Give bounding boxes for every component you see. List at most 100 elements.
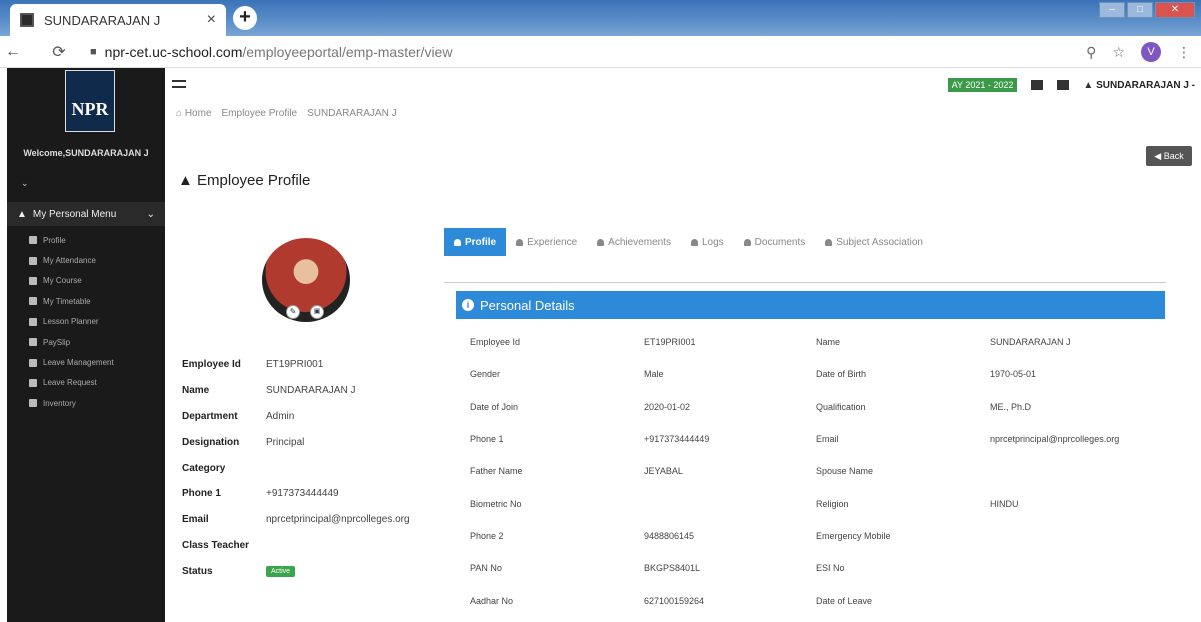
summary-row: Class Teacher bbox=[182, 533, 410, 559]
welcome-text: Welcome,SUNDARARAJAN J bbox=[23, 148, 149, 158]
sidebar-item-profile[interactable]: Profile bbox=[7, 230, 165, 250]
status-badge: Active bbox=[266, 565, 296, 577]
college-logo: NPR bbox=[65, 70, 115, 132]
page-title: ▲ Employee Profile bbox=[178, 172, 310, 189]
summary-value: +917373444449 bbox=[266, 488, 339, 500]
panel-title: Personal Details bbox=[480, 297, 575, 313]
tab-subject-association[interactable]: Subject Association bbox=[815, 228, 933, 256]
sidebar-item-attendance[interactable]: My Attendance bbox=[7, 250, 165, 270]
detail-row: Phone 2 9488806145 Emergency Mobile bbox=[470, 520, 1170, 552]
detail-label: Date of Join bbox=[470, 401, 519, 412]
personal-details-table: Employee Id ET19PRI001 Name SUNDARARAJAN J … bbox=[470, 326, 1170, 617]
breadcrumb-employee-profile[interactable]: Employee Profile bbox=[222, 108, 298, 119]
tab-documents[interactable]: Documents bbox=[734, 228, 816, 256]
close-window-button[interactable]: ✕ bbox=[1155, 2, 1195, 18]
notification-icon[interactable] bbox=[1031, 80, 1044, 90]
summary-value: SUNDARARAJAN J bbox=[266, 385, 356, 397]
back-arrow-icon[interactable]: ← bbox=[0, 43, 26, 61]
detail-value: nprcetprincipal@nprcolleges.org bbox=[990, 434, 1120, 445]
image-icon[interactable]: ▣ bbox=[310, 305, 324, 319]
book-icon[interactable] bbox=[1057, 80, 1070, 90]
sidebar-item-label: My Course bbox=[43, 276, 82, 286]
summary-row: Employee Id ET19PRI001 bbox=[182, 352, 410, 378]
sidebar-item-lesson-planner[interactable]: Lesson Planner bbox=[7, 312, 165, 332]
summary-row: Category bbox=[182, 455, 410, 481]
users-icon bbox=[825, 238, 833, 246]
detail-value: SUNDARARAJAN J bbox=[990, 337, 1071, 348]
url-path: /employeeportal/emp-master/view bbox=[242, 43, 453, 60]
reload-icon[interactable]: ⟳ bbox=[46, 42, 72, 62]
tab-label: Profile bbox=[465, 236, 497, 248]
star-icon[interactable]: ☆ bbox=[1112, 44, 1125, 61]
user-icon: ▲ bbox=[1083, 79, 1097, 91]
academic-year-badge[interactable]: AY 2021 - 2022 bbox=[947, 78, 1018, 92]
detail-label: PAN No bbox=[470, 563, 502, 574]
hamburger-menu-icon[interactable] bbox=[172, 80, 186, 88]
personal-menu-header[interactable]: ▲ My Personal Menu ⌄ bbox=[7, 202, 165, 226]
breadcrumb-home[interactable]: ⌂ Home bbox=[176, 108, 212, 119]
lock-icon[interactable]: ■ bbox=[90, 46, 97, 58]
user-menu[interactable]: ▲ SUNDARARAJAN J - bbox=[1083, 80, 1195, 91]
window-controls: – □ ✕ bbox=[1099, 2, 1195, 18]
tab-label: Subject Association bbox=[836, 236, 923, 248]
tab-label: Documents bbox=[754, 236, 806, 248]
detail-value: ET19PRI001 bbox=[644, 337, 696, 348]
detail-label: Email bbox=[816, 434, 839, 445]
detail-label: Name bbox=[816, 337, 841, 348]
menu-toggle[interactable]: ⌄ bbox=[7, 168, 165, 198]
user-icon: ▲ bbox=[178, 172, 198, 189]
inventory-icon bbox=[29, 399, 37, 408]
detail-label: Employee Id bbox=[470, 337, 521, 348]
breadcrumb-home-label: Home bbox=[184, 108, 212, 119]
browser-tab[interactable]: SUNDARARAJAN J × bbox=[10, 4, 226, 36]
tab-logs[interactable]: Logs bbox=[681, 228, 734, 256]
zoom-icon[interactable]: ⚲ bbox=[1086, 44, 1096, 61]
section-label: My Personal Menu bbox=[32, 208, 117, 220]
sidebar-item-leave-request[interactable]: Leave Request bbox=[7, 373, 165, 393]
sidebar-item-course[interactable]: My Course bbox=[7, 271, 165, 291]
users-icon bbox=[743, 238, 751, 246]
sidebar-item-timetable[interactable]: My Timetable bbox=[7, 291, 165, 311]
calendar-icon bbox=[29, 378, 37, 387]
user-icon bbox=[29, 236, 37, 245]
back-button[interactable]: ◀ Back bbox=[1146, 146, 1192, 166]
sidebar-item-inventory[interactable]: Inventory bbox=[7, 393, 165, 413]
summary-label: Phone 1 bbox=[182, 488, 221, 500]
calendar-icon bbox=[29, 317, 37, 326]
tab-achievements[interactable]: Achievements bbox=[587, 228, 681, 256]
detail-row: Gender Male Date of Birth 1970-05-01 bbox=[470, 358, 1170, 390]
summary-value: Principal bbox=[266, 436, 305, 448]
detail-label: ESI No bbox=[816, 563, 845, 574]
sidebar-item-leave-management[interactable]: Leave Management bbox=[7, 352, 165, 372]
sidebar-item-label: Inventory bbox=[43, 398, 76, 408]
sidebar-item-payslip[interactable]: PaySlip bbox=[7, 332, 165, 352]
edit-photo-icon[interactable]: ✎ bbox=[286, 305, 300, 319]
tab-experience[interactable]: Experience bbox=[506, 228, 587, 256]
user-icon bbox=[454, 238, 461, 246]
summary-label: Name bbox=[182, 385, 210, 397]
summary-label: Class Teacher bbox=[182, 539, 250, 551]
detail-value: HINDU bbox=[990, 498, 1019, 509]
detail-value: Male bbox=[644, 369, 664, 380]
detail-value: JEYABAL bbox=[644, 466, 683, 477]
detail-label: Religion bbox=[816, 498, 849, 509]
browser-profile-avatar[interactable]: V bbox=[1141, 42, 1161, 62]
clock-icon bbox=[29, 297, 37, 306]
detail-value: ME., Ph.D bbox=[990, 401, 1032, 412]
users-icon bbox=[690, 238, 698, 246]
minimize-button[interactable]: – bbox=[1099, 2, 1125, 18]
detail-row: Aadhar No 627100159264 Date of Leave bbox=[470, 584, 1170, 616]
detail-label: Gender bbox=[470, 369, 501, 380]
detail-row: Father Name JEYABAL Spouse Name bbox=[470, 455, 1170, 487]
new-tab-button[interactable]: + bbox=[233, 6, 257, 30]
employee-summary: Employee Id ET19PRI001 Name SUNDARARAJAN J… bbox=[182, 352, 410, 584]
logo-text: NPR bbox=[71, 99, 109, 119]
detail-label: Qualification bbox=[816, 401, 866, 412]
close-tab-icon[interactable]: × bbox=[207, 11, 216, 29]
arrow-left-icon: ◀ bbox=[1154, 151, 1164, 161]
graduation-cap-icon bbox=[29, 276, 37, 285]
browser-menu-icon[interactable]: ⋮ bbox=[1177, 44, 1191, 61]
tab-profile[interactable]: Profile bbox=[444, 228, 507, 256]
maximize-button[interactable]: □ bbox=[1127, 2, 1153, 18]
url-field[interactable]: npr-cet.uc-school.com/employeeportal/emp… bbox=[105, 44, 453, 60]
